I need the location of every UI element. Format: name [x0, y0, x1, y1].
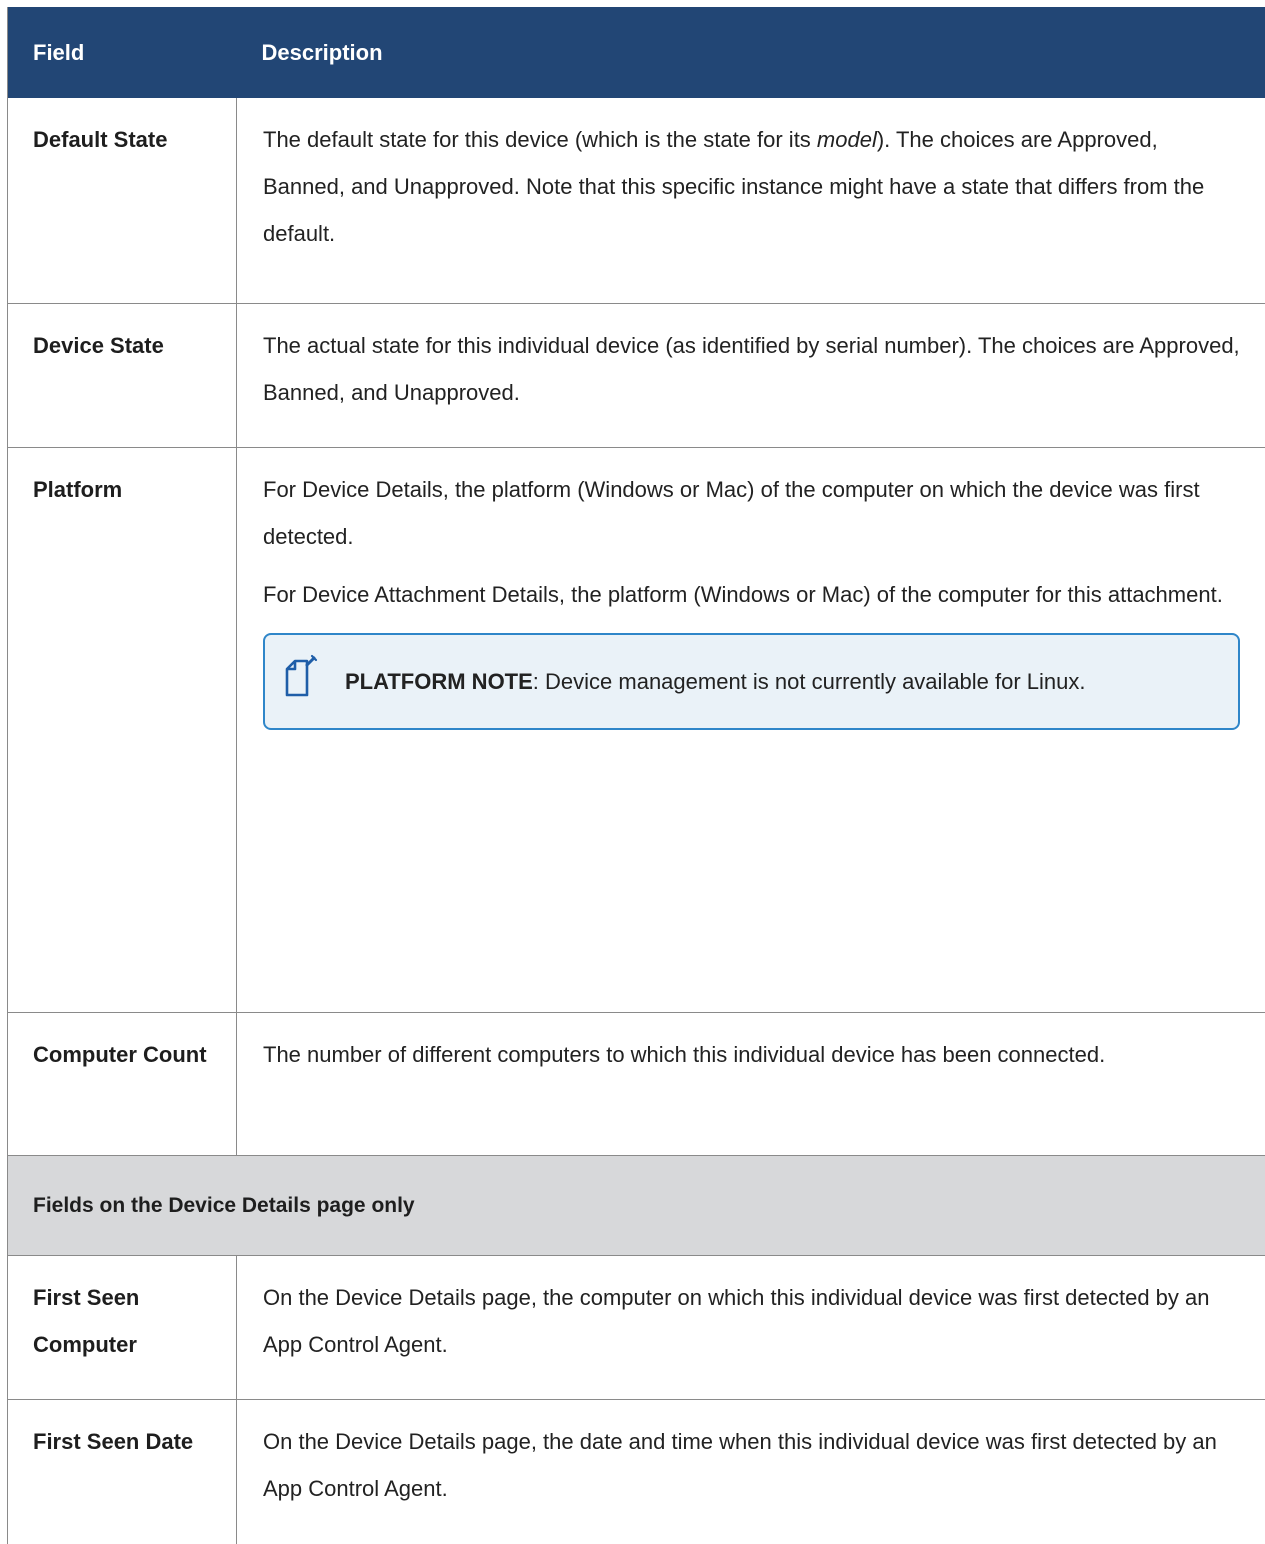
field-description: For Device Details, the platform (Window…: [237, 447, 1265, 1012]
field-name: First Seen Computer: [8, 1255, 237, 1399]
table-row: First Seen Date On the Device Details pa…: [8, 1399, 1265, 1544]
header-field: Field: [8, 7, 237, 98]
description-text: The default state for this device (which…: [263, 116, 1246, 257]
table-row: Default State The default state for this…: [8, 98, 1265, 303]
fields-table: Field Description Default State The defa…: [7, 7, 1265, 1544]
field-name: Platform: [8, 447, 237, 1012]
description-text: The number of different computers to whi…: [263, 1031, 1246, 1078]
field-name: Device State: [8, 303, 237, 447]
table-header-row: Field Description: [8, 7, 1265, 98]
description-text: On the Device Details page, the date and…: [263, 1418, 1246, 1512]
field-name: Default State: [8, 98, 237, 303]
table-row: First Seen Computer On the Device Detail…: [8, 1255, 1265, 1399]
field-name: Computer Count: [8, 1012, 237, 1155]
header-description: Description: [237, 7, 1265, 98]
field-description: The default state for this device (which…: [237, 98, 1265, 303]
description-part: The default state for this device (which…: [263, 127, 817, 152]
field-description: The number of different computers to whi…: [237, 1012, 1265, 1155]
table-row: Computer Count The number of different c…: [8, 1012, 1265, 1155]
note-edit-icon: [283, 653, 319, 699]
note-label: PLATFORM NOTE: [345, 669, 533, 694]
field-description: On the Device Details page, the computer…: [237, 1255, 1265, 1399]
table-row: Device State The actual state for this i…: [8, 303, 1265, 447]
platform-note: PLATFORM NOTE: Device management is not …: [263, 633, 1240, 730]
table-row: Platform For Device Details, the platfor…: [8, 447, 1265, 1012]
field-name: First Seen Date: [8, 1399, 237, 1544]
description-emphasis: model: [817, 127, 877, 152]
note-text: : Device management is not currently ava…: [533, 669, 1086, 694]
description-text: On the Device Details page, the computer…: [263, 1274, 1246, 1368]
field-description: The actual state for this individual dev…: [237, 303, 1265, 447]
section-header-row: Fields on the Device Details page only: [8, 1155, 1265, 1255]
field-description: On the Device Details page, the date and…: [237, 1399, 1265, 1544]
description-text: For Device Attachment Details, the platf…: [263, 571, 1246, 618]
description-text: The actual state for this individual dev…: [263, 322, 1246, 416]
section-title: Fields on the Device Details page only: [8, 1155, 1265, 1255]
description-text: For Device Details, the platform (Window…: [263, 466, 1246, 560]
